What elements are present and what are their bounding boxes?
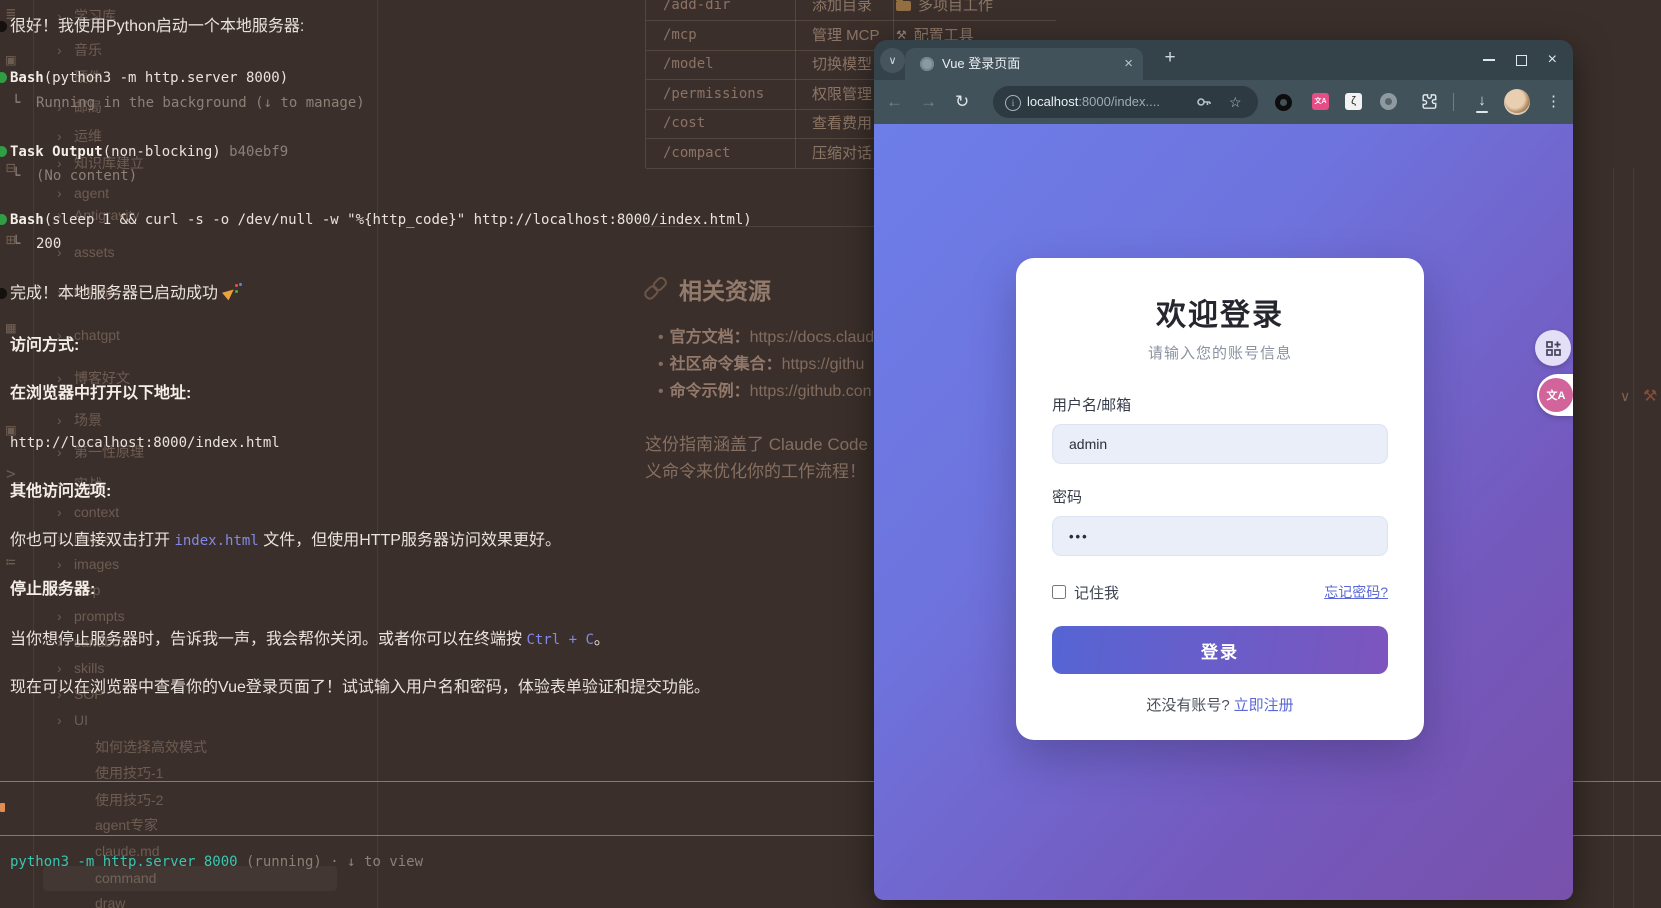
forgot-password-link[interactable]: 忘记密码? bbox=[1324, 582, 1388, 602]
terminal-segment: Bash bbox=[10, 212, 44, 228]
terminal-segment: Running in the background (↓ to manage) bbox=[36, 95, 365, 111]
terminal-segment: 很好！我使用Python启动一个本地服务器: bbox=[10, 18, 304, 35]
screen: ≣▣⊟⊞▦▣>_≔ ›学习库›音乐›硬件›邮局›运维›知识库建立›agent›A… bbox=[0, 0, 1661, 908]
window-controls: × bbox=[1483, 40, 1573, 80]
connector-icon: └ bbox=[12, 233, 20, 255]
terminal-segment: 。 bbox=[594, 631, 610, 648]
remember-label: 记住我 bbox=[1074, 582, 1119, 603]
new-tab-button[interactable]: + bbox=[1156, 44, 1184, 72]
translate-float-pill[interactable]: 文A bbox=[1537, 374, 1573, 416]
url-path: :8000/index.... bbox=[1078, 94, 1160, 109]
login-card: 欢迎登录 请输入您的账号信息 用户名/邮箱 密码 记住我 忘记密码? 登录 还没… bbox=[1016, 258, 1424, 740]
terminal-segment: 文件，但使用HTTP服务器访问效果更好。 bbox=[259, 532, 561, 549]
terminal-segment: Ctrl + C bbox=[526, 632, 593, 648]
chevron-down-icon: ∨ bbox=[888, 54, 896, 67]
terminal-status-line: python3 -m http.server 8000 (running) · … bbox=[10, 851, 423, 873]
browser-viewport: 欢迎登录 请输入您的账号信息 用户名/邮箱 密码 记住我 忘记密码? 登录 还没… bbox=[874, 124, 1573, 900]
terminal-segment: 现在可以在浏览器中查看你的Vue登录页面了！试试输入用户名和密码，体验表单验证和… bbox=[10, 679, 710, 696]
password-field[interactable] bbox=[1052, 516, 1388, 556]
terminal-segment: 在浏览器中打开以下地址: bbox=[10, 385, 191, 402]
back-icon[interactable]: ← bbox=[886, 80, 903, 124]
page-title: 欢迎登录 bbox=[1052, 296, 1388, 336]
login-button[interactable]: 登录 bbox=[1052, 626, 1388, 674]
terminal-segment: (No content) bbox=[36, 168, 137, 184]
terminal-segment: 当你想停止服务器时，告诉我一声，我会帮你关闭。或者你可以在终端按 bbox=[10, 631, 526, 648]
terminal-segment: (sleep 1 && curl -s -o /dev/null -w "%{h… bbox=[44, 212, 752, 228]
remember-checkbox[interactable] bbox=[1052, 585, 1066, 599]
profile-avatar[interactable] bbox=[1504, 89, 1530, 115]
terminal-segment: (non-blocking) bbox=[103, 144, 229, 160]
downloads-icon[interactable]: ↓ bbox=[1474, 80, 1490, 124]
userscript-extension-icon[interactable]: ζ bbox=[1345, 93, 1362, 110]
tab-strip: ∨ Vue 登录页面 × + × bbox=[874, 40, 1573, 80]
password-key-icon[interactable] bbox=[1196, 94, 1212, 115]
translate-extension-icon[interactable]: 文A bbox=[1312, 93, 1329, 110]
party-popper-icon bbox=[222, 283, 240, 298]
terminal-segment: Task Output bbox=[10, 144, 103, 160]
minimize-icon[interactable] bbox=[1483, 59, 1495, 61]
globe-favicon-icon bbox=[920, 57, 934, 71]
tool-bullet-icon bbox=[0, 146, 7, 157]
signup-text: 还没有账号? bbox=[1146, 697, 1229, 714]
bookmark-star-icon[interactable]: ☆ bbox=[1229, 86, 1242, 118]
reload-icon[interactable]: ↻ bbox=[955, 80, 969, 124]
browser-window: ∨ Vue 登录页面 × + × ← → ↻ i localhost:8000/… bbox=[874, 40, 1573, 900]
address-bar[interactable]: i localhost:8000/index.... ☆ bbox=[993, 86, 1258, 118]
close-icon[interactable]: × bbox=[1548, 53, 1557, 67]
terminal-segment: 停止服务器: bbox=[10, 581, 95, 598]
terminal-segment: index.html bbox=[174, 533, 258, 549]
terminal-segment: b40ebf9 bbox=[229, 144, 288, 160]
extensions-puzzle-icon[interactable] bbox=[1419, 92, 1438, 116]
status-segment: (running) · ↓ to view bbox=[238, 854, 423, 870]
status-segment: python3 -m http.server 8000 bbox=[10, 854, 238, 870]
page-subtitle: 请输入您的账号信息 bbox=[1052, 344, 1388, 364]
terminal-segment: 其他访问选项: bbox=[10, 483, 111, 500]
adblock-extension-icon[interactable] bbox=[1275, 94, 1292, 111]
browser-toolbar: ← → ↻ i localhost:8000/index.... ☆ 文A ζ … bbox=[874, 80, 1573, 124]
terminal-segment: 完成！本地服务器已启动成功 bbox=[10, 285, 222, 302]
terminal-segment: http://localhost:8000/index.html bbox=[10, 435, 280, 451]
terminal-text: 很好！我使用Python启动一个本地服务器: bbox=[10, 16, 1661, 38]
message-bullet-icon bbox=[0, 288, 7, 299]
remember-me[interactable]: 记住我 bbox=[1052, 582, 1119, 603]
translate-float-icon[interactable]: 文A bbox=[1539, 378, 1573, 412]
tab-title: Vue 登录页面 bbox=[942, 48, 1020, 80]
terminal-segment: 你也可以直接双击打开 bbox=[10, 532, 174, 549]
forward-icon[interactable]: → bbox=[920, 80, 937, 124]
url-text: localhost:8000/index.... bbox=[1027, 86, 1160, 118]
terminal-segment: 200 bbox=[36, 236, 61, 252]
site-info-icon[interactable]: i bbox=[1005, 95, 1021, 111]
prompt-caret bbox=[0, 803, 5, 812]
terminal-segment: 访问方式: bbox=[10, 337, 79, 354]
tab-close-icon[interactable]: × bbox=[1124, 48, 1133, 80]
sidebar-extension-button[interactable] bbox=[1535, 330, 1571, 366]
message-bullet-icon bbox=[0, 21, 7, 32]
maximize-icon[interactable] bbox=[1516, 55, 1527, 66]
browser-tab[interactable]: Vue 登录页面 × bbox=[905, 48, 1143, 80]
options-row: 记住我 忘记密码? bbox=[1052, 582, 1388, 602]
tab-search-button[interactable]: ∨ bbox=[880, 48, 905, 73]
grid-plus-icon bbox=[1545, 340, 1562, 357]
username-field[interactable] bbox=[1052, 424, 1388, 464]
url-host: localhost bbox=[1027, 94, 1078, 109]
connector-icon: └ bbox=[12, 92, 20, 114]
terminal-segment: (python3 -m http.server 8000) bbox=[44, 70, 288, 86]
terminal-segment: Bash bbox=[10, 70, 44, 86]
terminal-line: 很好！我使用Python启动一个本地服务器: bbox=[0, 16, 1661, 38]
connector-icon: └ bbox=[12, 165, 20, 187]
screenshot-extension-icon[interactable] bbox=[1380, 93, 1397, 110]
username-label: 用户名/邮箱 bbox=[1052, 396, 1388, 416]
tool-bullet-icon bbox=[0, 214, 7, 225]
tool-bullet-icon bbox=[0, 72, 7, 83]
password-label: 密码 bbox=[1052, 488, 1388, 508]
signup-link[interactable]: 立即注册 bbox=[1234, 697, 1294, 714]
signup-row: 还没有账号? 立即注册 bbox=[1052, 694, 1388, 715]
browser-menu-icon[interactable]: ⋮ bbox=[1546, 80, 1561, 124]
toolbar-divider bbox=[1453, 93, 1454, 111]
